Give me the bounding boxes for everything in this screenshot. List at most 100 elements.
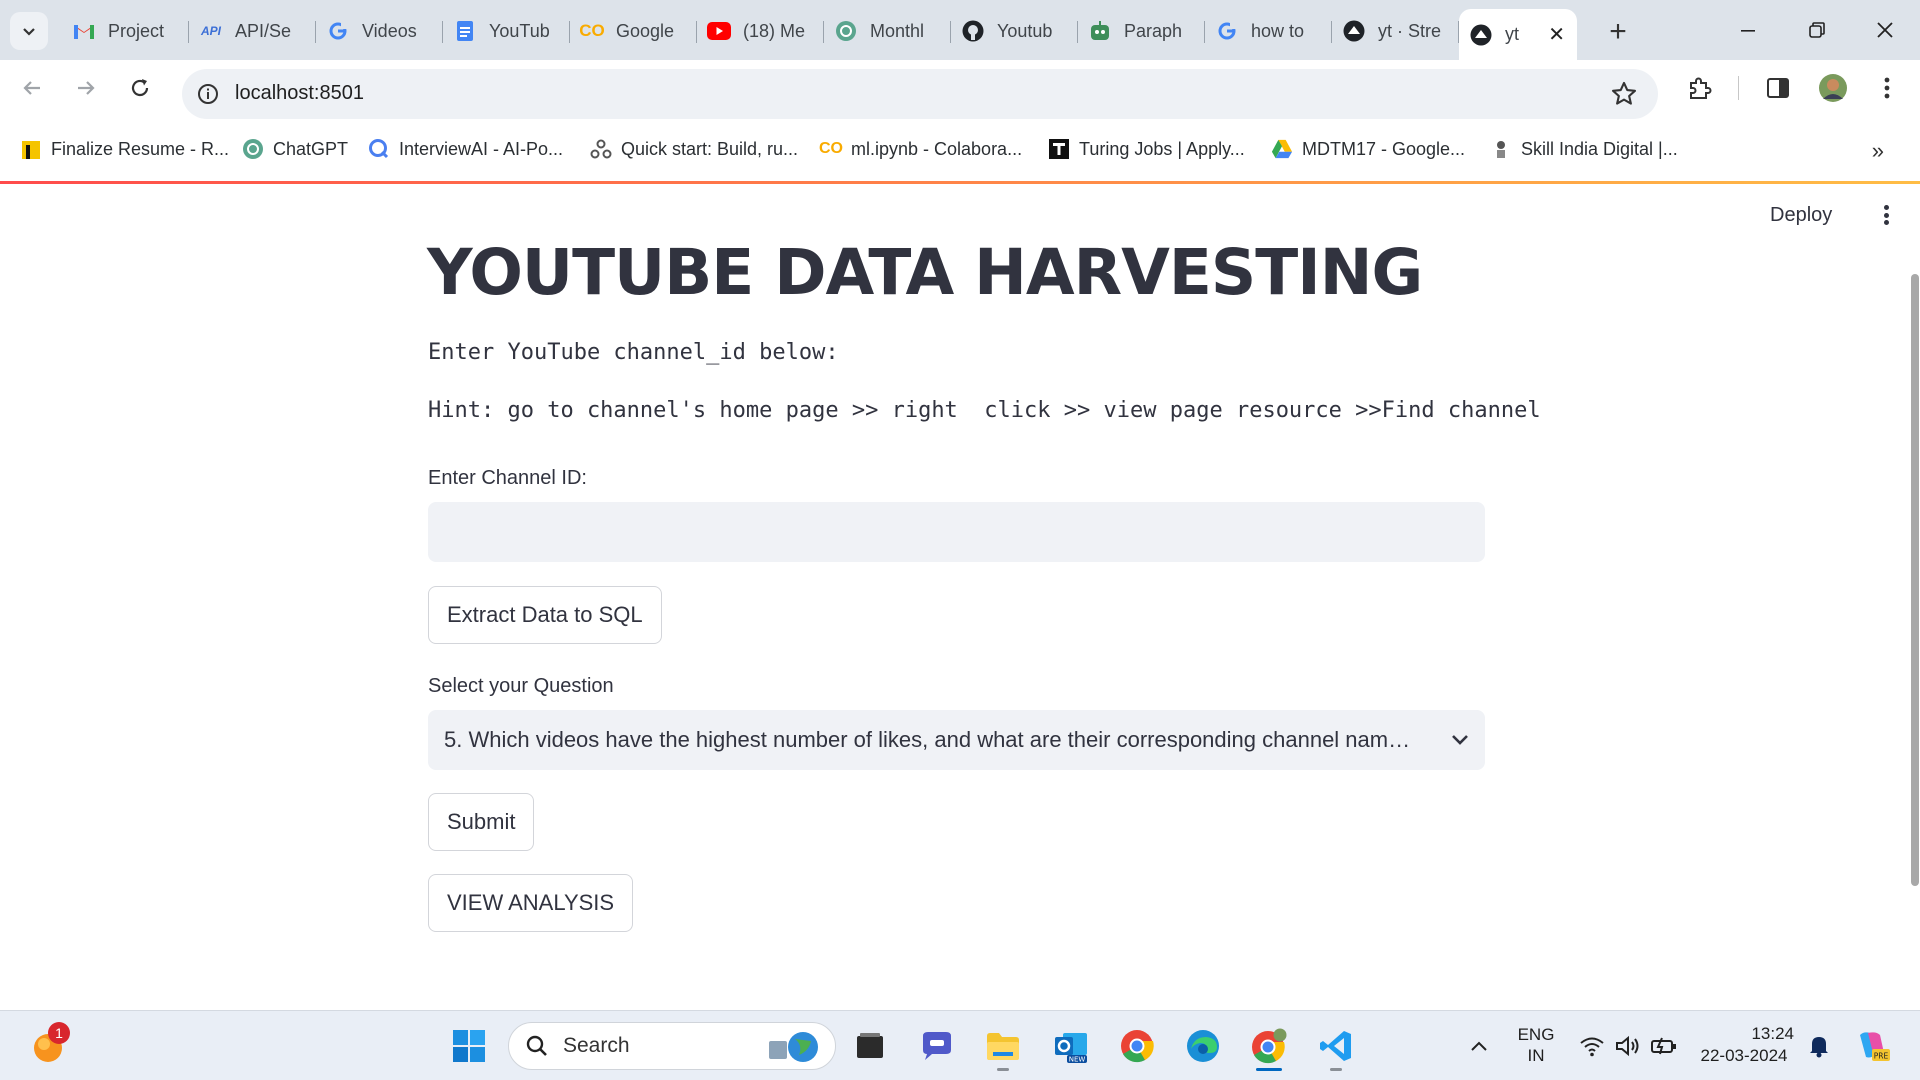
channel-id-input[interactable] [428, 502, 1485, 562]
view-analysis-button[interactable]: VIEW ANALYSIS [428, 874, 634, 932]
wifi-status[interactable] [1572, 1026, 1612, 1066]
language-indicator[interactable]: ENG IN [1506, 1024, 1566, 1066]
close-icon [1877, 22, 1893, 38]
chrome-button[interactable] [1117, 1026, 1157, 1066]
reload-button[interactable] [122, 70, 158, 106]
scrollbar[interactable] [1911, 274, 1919, 886]
avatar-icon [1819, 74, 1847, 102]
task-view-icon [857, 1033, 883, 1058]
clock[interactable]: 13:24 22-03-2024 [1688, 1023, 1800, 1067]
tab-how-to[interactable]: how to [1205, 9, 1332, 53]
bookmark-label: Skill India Digital |... [1521, 138, 1678, 159]
streamlit-icon [1469, 23, 1493, 47]
chevron-down-icon [1452, 735, 1468, 745]
show-hidden-icons-button[interactable] [1459, 1026, 1499, 1066]
notifications-button[interactable] [1799, 1026, 1839, 1066]
teams-button[interactable] [917, 1026, 957, 1066]
wifi-icon [1580, 1037, 1604, 1057]
bookmark-item[interactable]: Skill India Digital |... [1490, 136, 1678, 162]
new-tab-button[interactable]: + [1600, 14, 1636, 50]
tab-title: how to [1251, 20, 1305, 41]
close-window-button[interactable] [1855, 10, 1915, 50]
taskbar-search[interactable]: Search [508, 1022, 836, 1070]
copilot-button[interactable]: PRE [1852, 1026, 1892, 1066]
battery-status[interactable] [1644, 1026, 1684, 1066]
address-bar[interactable]: localhost:8501 [182, 69, 1658, 119]
bookmark-item[interactable]: Finalize Resume - R... [20, 136, 229, 162]
submit-button[interactable]: Submit [428, 793, 535, 851]
volume-status[interactable] [1608, 1026, 1648, 1066]
svg-text:NEW: NEW [1069, 1056, 1086, 1064]
bookmarks-overflow-icon[interactable]: » [1872, 138, 1884, 164]
bookmark-label: Quick start: Build, ru... [621, 138, 799, 159]
close-tab-icon[interactable]: ✕ [1548, 22, 1565, 47]
menu-dot [1883, 205, 1889, 210]
clock-time: 13:24 [1751, 1024, 1794, 1043]
notification-badge: 1 [48, 1022, 70, 1044]
tab-yt-streamlit[interactable]: yt · Stre [1332, 9, 1459, 53]
tab-yt-active[interactable]: yt ✕ [1459, 9, 1577, 60]
tab-api[interactable]: API API/Se [189, 9, 316, 53]
bookmark-item[interactable]: ChatGPT [242, 136, 348, 162]
bookmark-item[interactable]: CO ml.ipynb - Colabora... [819, 136, 1022, 162]
url-text[interactable]: localhost:8501 [235, 82, 364, 105]
menu-dot [1883, 212, 1889, 218]
main-menu-button[interactable] [1874, 202, 1898, 228]
tab-youtube[interactable]: (18) Me [697, 9, 824, 53]
minimize-icon [1741, 30, 1755, 32]
widgets-button[interactable]: 1 [28, 1022, 70, 1066]
task-view-button[interactable] [850, 1026, 890, 1066]
tab-paraphrase[interactable]: Paraph [1078, 9, 1205, 53]
bookmark-label: Turing Jobs | Apply... [1079, 138, 1245, 159]
forward-button[interactable] [68, 70, 104, 106]
bookmark-label: MDTM17 - Google... [1302, 138, 1466, 159]
tab-title: (18) Me [743, 20, 806, 41]
outlook-button[interactable]: NEW [1051, 1026, 1091, 1066]
reload-icon [131, 79, 149, 97]
side-panel-button[interactable] [1763, 73, 1793, 103]
language-line2: IN [1527, 1046, 1545, 1065]
restore-button[interactable] [1787, 10, 1847, 50]
arrow-right-icon [78, 81, 95, 95]
bookmark-label: Finalize Resume - R... [51, 138, 230, 159]
tab-github[interactable]: Youtub [951, 9, 1078, 53]
question-select[interactable]: 5. Which videos have the highest number … [428, 710, 1485, 770]
tab-youtube-doc[interactable]: YouTub [443, 9, 570, 53]
drive-icon [1271, 138, 1293, 160]
vscode-button[interactable] [1316, 1026, 1356, 1066]
tab-videos[interactable]: Videos [316, 9, 443, 53]
tab-title: Videos [362, 20, 417, 41]
minimize-button[interactable] [1718, 10, 1778, 50]
chatgpt-icon [242, 138, 264, 160]
back-button[interactable] [14, 70, 50, 106]
colab-icon: CO [819, 140, 843, 157]
dev-icon [590, 138, 612, 160]
interview-icon [368, 138, 390, 160]
bookmark-item[interactable]: Turing Jobs | Apply... [1048, 136, 1245, 162]
bookmark-item[interactable]: InterviewAI - AI-Po... [368, 136, 563, 162]
streamlit-icon [1342, 19, 1366, 43]
extensions-button[interactable] [1684, 73, 1714, 103]
bookmark-item[interactable]: MDTM17 - Google... [1271, 136, 1465, 162]
deploy-button[interactable]: Deploy [1770, 204, 1832, 227]
running-indicator [997, 1068, 1009, 1071]
tab-search-button[interactable] [10, 12, 48, 50]
file-explorer-button[interactable] [983, 1026, 1023, 1066]
copilot-icon: PRE [1860, 1032, 1890, 1061]
chrome-profile-button[interactable] [1249, 1026, 1289, 1066]
browser-menu-button[interactable] [1872, 73, 1902, 103]
tab-google-colab[interactable]: CO Google [570, 9, 697, 53]
vscode-icon [1320, 1031, 1351, 1061]
channel-id-label: Enter Channel ID: [428, 467, 587, 489]
puzzle-icon [1690, 77, 1712, 99]
extract-data-button[interactable]: Extract Data to SQL [428, 586, 662, 644]
search-icon [526, 1035, 547, 1056]
bookmark-item[interactable]: Quick start: Build, ru... [590, 136, 798, 162]
star-icon[interactable] [1610, 80, 1638, 108]
info-icon[interactable] [196, 82, 220, 106]
tab-project[interactable]: Project [62, 9, 189, 53]
tab-monthly[interactable]: Monthl [824, 9, 951, 53]
edge-button[interactable] [1183, 1026, 1223, 1066]
start-button[interactable] [449, 1026, 489, 1066]
profile-avatar[interactable] [1818, 73, 1848, 103]
